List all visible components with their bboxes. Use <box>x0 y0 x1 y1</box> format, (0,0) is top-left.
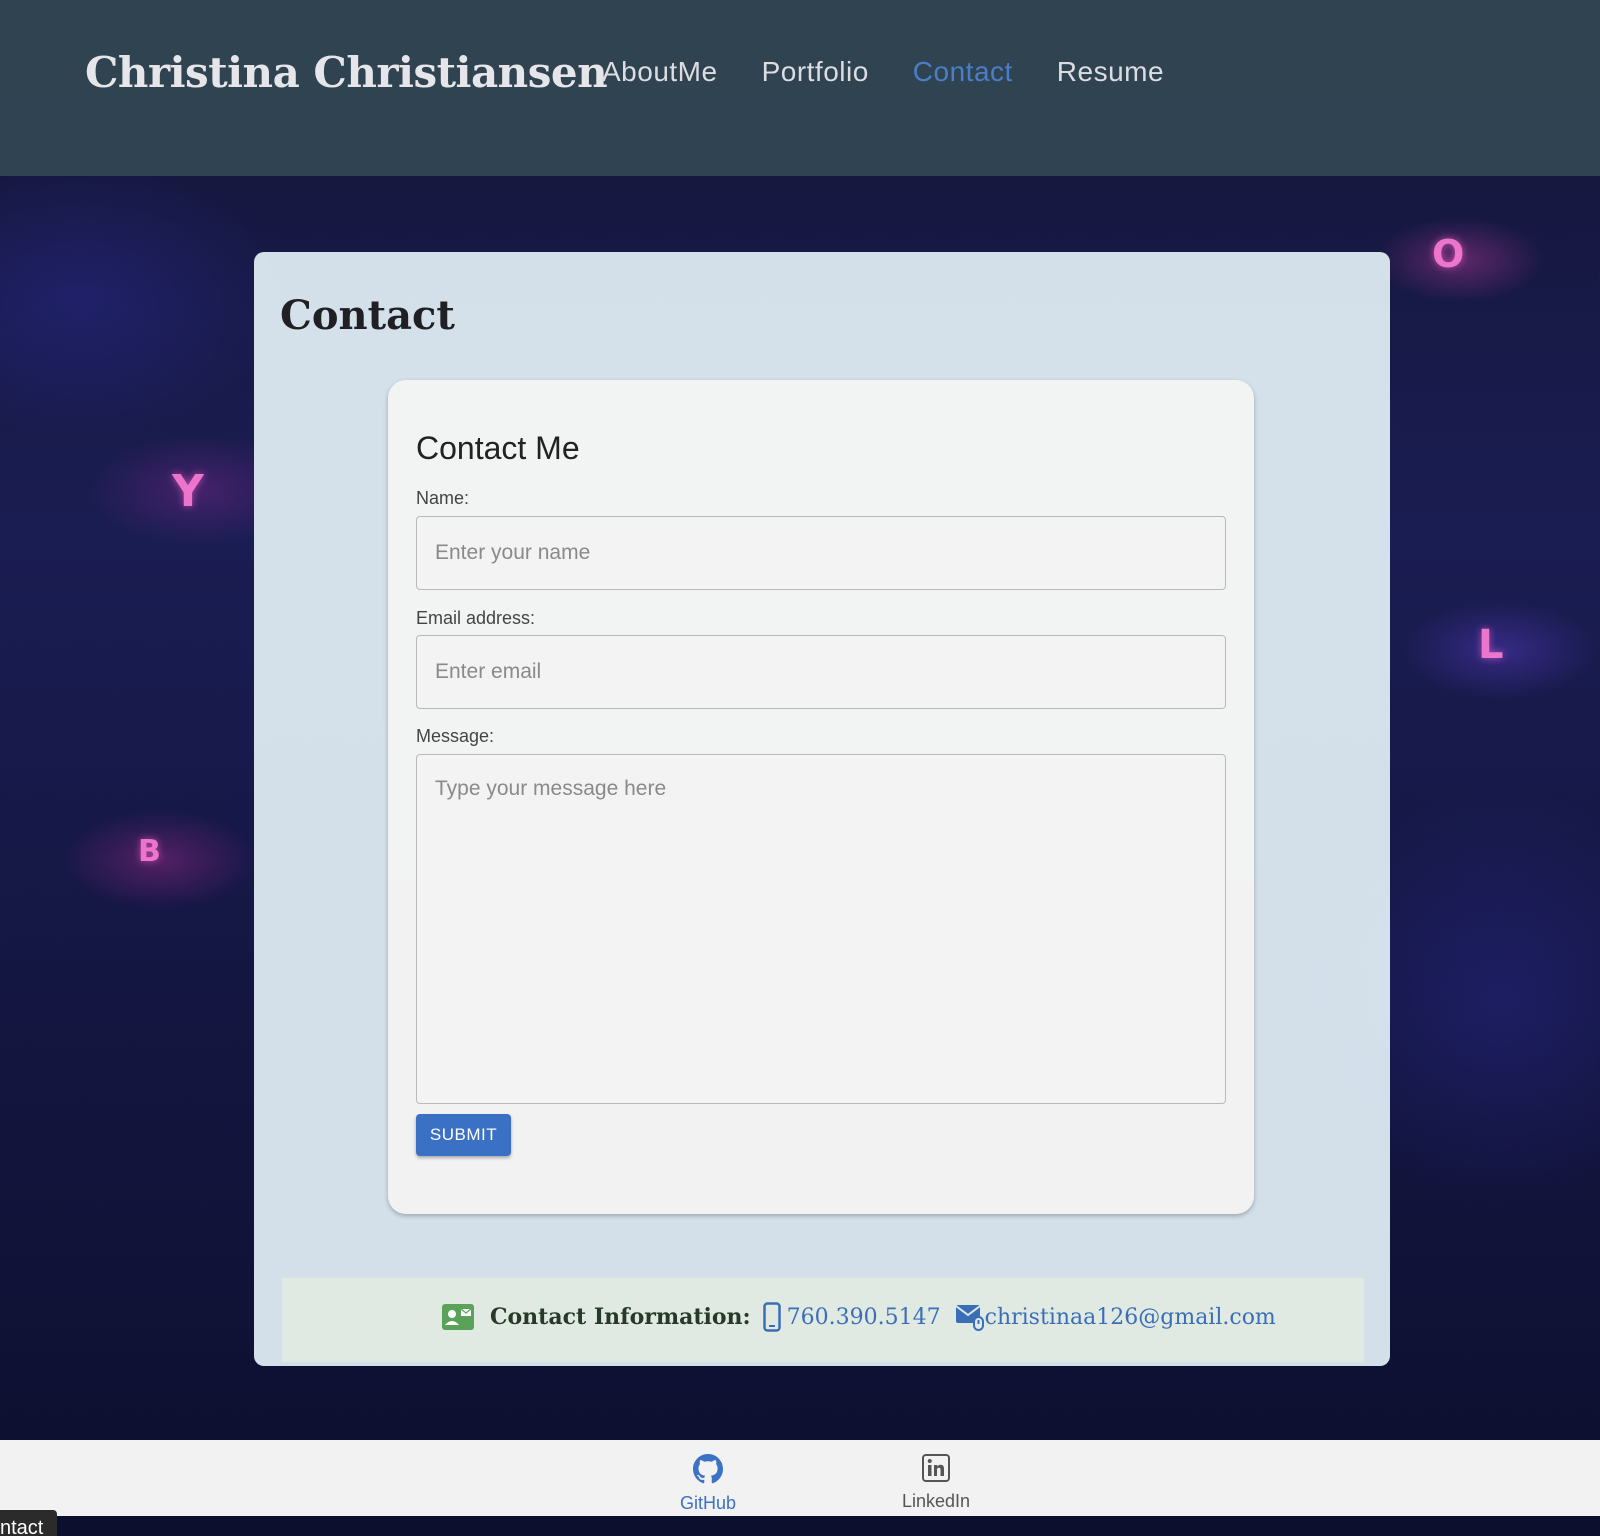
background-key-y: Y <box>172 466 204 517</box>
contact-form-card: Contact Me Name: Email address: Message:… <box>388 380 1254 1214</box>
contact-info: Contact Information: 760.390.5147 christ… <box>442 1302 1276 1332</box>
contact-card-icon <box>442 1304 474 1330</box>
background-key-l: L <box>1478 622 1504 668</box>
name-label: Name: <box>416 488 470 508</box>
contact-info-bar: Contact Information: 760.390.5147 christ… <box>282 1278 1364 1362</box>
tooltip: ntact <box>0 1510 58 1536</box>
nav-resume[interactable]: Resume <box>1057 56 1164 88</box>
github-label: GitHub <box>680 1493 737 1513</box>
nav-portfolio[interactable]: Portfolio <box>762 56 869 88</box>
mail-icon <box>955 1303 985 1331</box>
email-link[interactable]: christinaa126@gmail.com <box>985 1305 1276 1330</box>
email-input[interactable] <box>416 635 1226 709</box>
linkedin-icon <box>922 1454 951 1487</box>
main-nav: AboutMe Portfolio Contact Resume <box>602 56 1164 88</box>
message-label: Message: <box>416 726 495 746</box>
background-key-b: B <box>138 834 161 869</box>
site-header: Christina Christiansen AboutMe Portfolio… <box>0 0 1600 176</box>
name-input[interactable] <box>416 516 1226 590</box>
contact-panel: Contact Contact Me Name: Email address: … <box>254 252 1390 1366</box>
phone-link[interactable]: 760.390.5147 <box>787 1305 941 1330</box>
email-label: Email address: <box>416 608 536 628</box>
form-title: Contact Me <box>416 430 580 466</box>
page-title: Contact <box>280 292 455 339</box>
linkedin-link[interactable]: LinkedIn <box>902 1454 970 1512</box>
github-icon <box>693 1454 724 1489</box>
site-brand[interactable]: Christina Christiansen <box>85 48 608 97</box>
background-key-o: O <box>1432 232 1465 276</box>
nav-contact[interactable]: Contact <box>913 56 1013 88</box>
phone-icon <box>762 1302 781 1332</box>
site-footer: GitHub LinkedIn <box>0 1440 1600 1516</box>
submit-button[interactable]: SUBMIT <box>416 1114 511 1156</box>
github-link[interactable]: GitHub <box>680 1454 736 1514</box>
linkedin-label: LinkedIn <box>902 1491 971 1511</box>
nav-about-me[interactable]: AboutMe <box>602 56 718 88</box>
contact-info-label: Contact Information: <box>490 1304 751 1330</box>
message-textarea[interactable] <box>416 754 1226 1104</box>
